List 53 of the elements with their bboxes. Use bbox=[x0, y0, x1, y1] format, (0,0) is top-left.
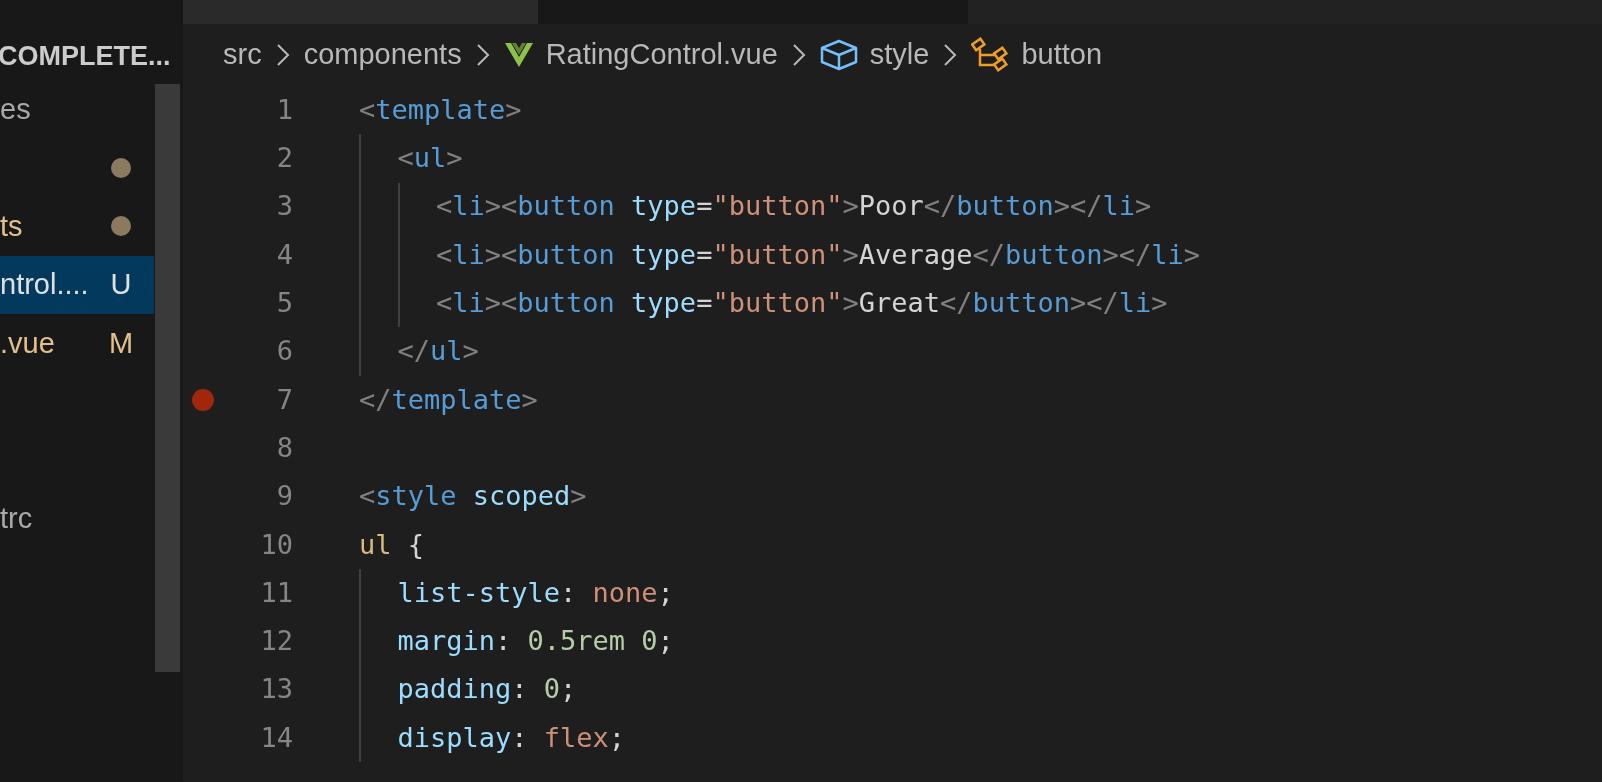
breadcrumb-item[interactable]: button bbox=[971, 33, 1103, 77]
file-row[interactable]: ts bbox=[0, 197, 154, 256]
code-line: display: flex; bbox=[397, 720, 626, 755]
code-line: <li><button type="button">Poor</button></li> bbox=[436, 189, 1152, 224]
file-name[interactable]: ts bbox=[0, 204, 23, 248]
code-line: <template> bbox=[359, 92, 522, 127]
line-number: 7 bbox=[275, 382, 293, 417]
code-line: </ul> bbox=[397, 334, 479, 369]
code-line: <li><button type="button">Great</button></li> bbox=[436, 286, 1168, 321]
file-name[interactable]: es bbox=[0, 87, 31, 131]
line-number: 5 bbox=[275, 286, 293, 321]
file-name[interactable]: trc bbox=[0, 497, 33, 541]
git-status: M bbox=[107, 325, 135, 361]
tree-structure-icon bbox=[971, 37, 1010, 73]
file-name[interactable]: ntrol.... bbox=[0, 263, 89, 307]
code-line: <li><button type="button">Average</button></li> bbox=[436, 237, 1201, 272]
chevron-right-icon bbox=[791, 43, 806, 67]
line-number: 4 bbox=[275, 237, 293, 272]
breadcrumb-item[interactable]: RatingControl.vue bbox=[503, 33, 778, 77]
scrollbar[interactable] bbox=[155, 84, 180, 672]
line-number: 3 bbox=[275, 189, 293, 224]
chevron-right-icon bbox=[275, 43, 290, 67]
file-row[interactable]: .vue M bbox=[0, 314, 154, 373]
line-number: 12 bbox=[259, 624, 293, 659]
file-row[interactable]: ntrol.... U bbox=[0, 255, 154, 314]
code-line: margin: 0.5rem 0; bbox=[397, 624, 674, 659]
code-line: padding: 0; bbox=[397, 672, 577, 707]
breadcrumb-item[interactable]: style bbox=[819, 33, 930, 77]
code-line: ul { bbox=[359, 527, 425, 562]
code-line: </template> bbox=[359, 382, 538, 417]
line-number: 11 bbox=[259, 575, 293, 610]
line-number: 2 bbox=[275, 141, 293, 176]
git-status: U bbox=[109, 267, 133, 302]
code-line: <style scoped> bbox=[359, 479, 587, 514]
chevron-right-icon bbox=[943, 43, 958, 67]
code-line: list-style: none; bbox=[397, 575, 674, 610]
file-name[interactable]: .vue bbox=[0, 321, 55, 365]
breadcrumb-item[interactable]: components bbox=[303, 33, 462, 77]
code-line: <ul> bbox=[397, 141, 463, 176]
breadcrumb-item[interactable]: src bbox=[223, 33, 262, 77]
file-row[interactable]: es bbox=[0, 80, 154, 139]
breakpoint-icon[interactable] bbox=[192, 388, 214, 411]
chevron-right-icon bbox=[475, 43, 490, 67]
line-number: 14 bbox=[259, 720, 293, 755]
cube-icon bbox=[819, 39, 858, 71]
vue-logo-icon bbox=[503, 42, 534, 68]
line-number: 10 bbox=[259, 527, 293, 562]
line-number: 6 bbox=[275, 334, 293, 369]
line-number: 1 bbox=[275, 92, 293, 127]
line-number: 13 bbox=[259, 672, 293, 707]
line-number: 8 bbox=[275, 430, 293, 465]
file-row[interactable]: trc bbox=[0, 489, 154, 548]
line-number: 9 bbox=[275, 479, 293, 514]
